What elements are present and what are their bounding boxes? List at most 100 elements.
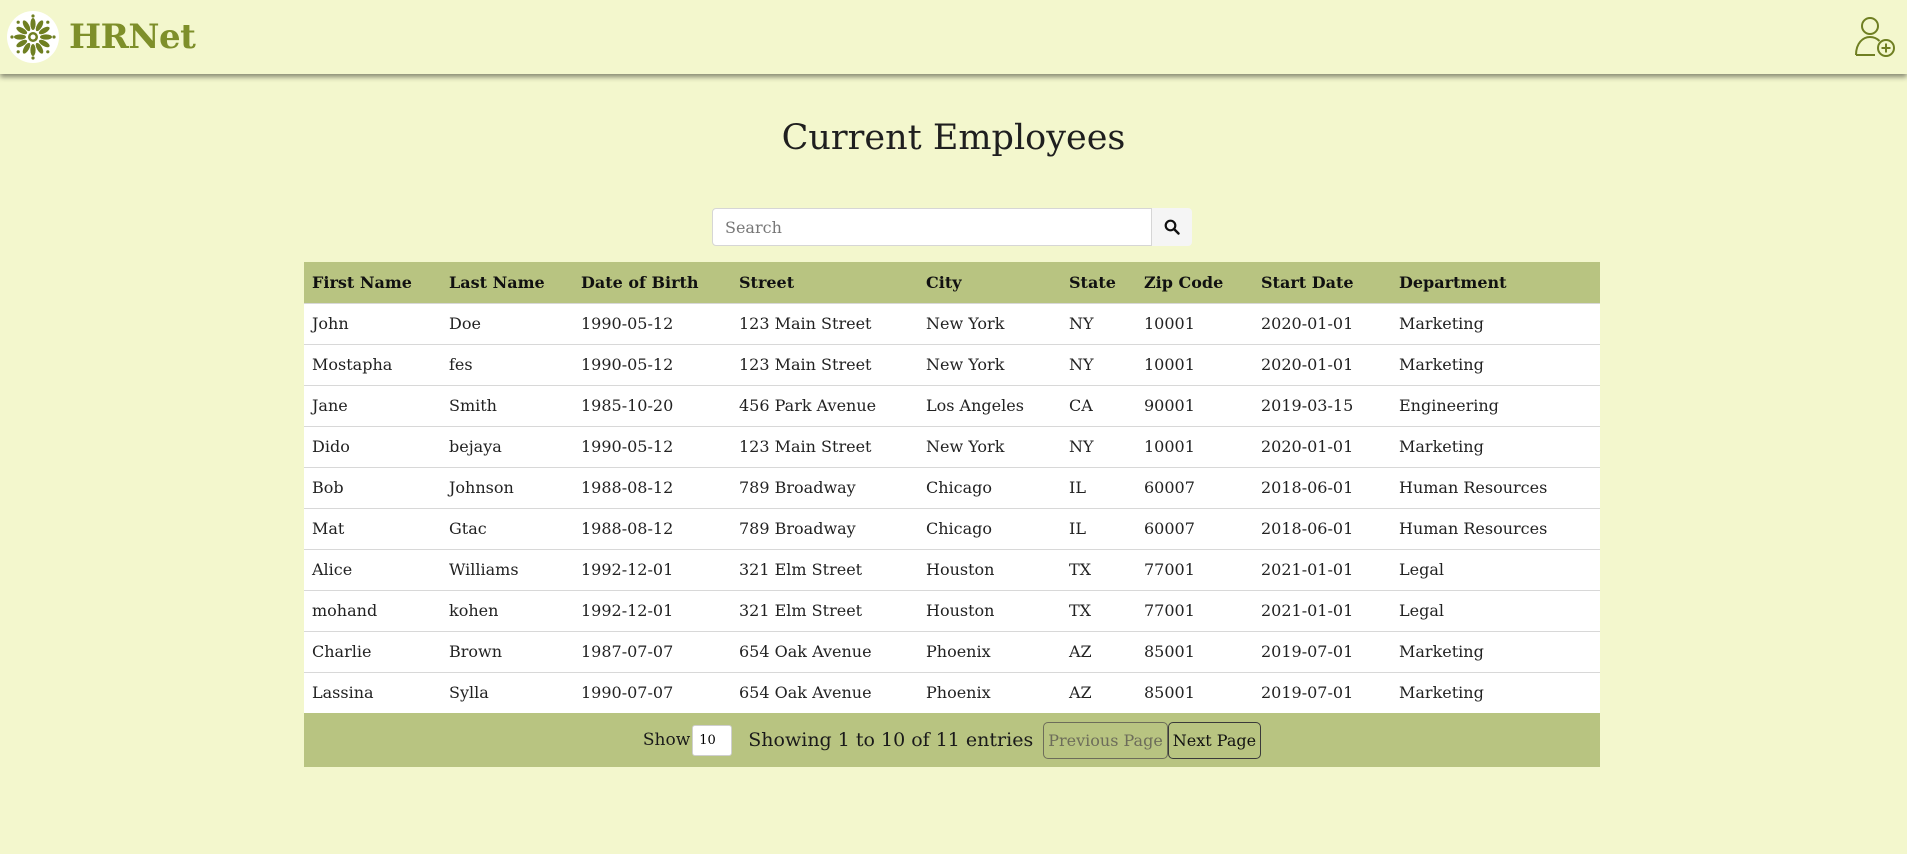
cell-department: Legal (1391, 589, 1600, 631)
cell-zip-code: 77001 (1136, 548, 1253, 590)
table-row[interactable]: Lassina Sylla 1990-07-07 654 Oak Avenue Phoe… (304, 671, 1600, 713)
cell-start-date: 2019-07-01 (1253, 671, 1391, 713)
flower-logo-icon (7, 11, 59, 63)
cell-city: New York (918, 302, 1061, 344)
brand-name: HRNet (69, 17, 196, 57)
table-row[interactable]: mohand kohen 1992-12-01 321 Elm Street Houst… (304, 589, 1600, 631)
table-row[interactable]: Mat Gtac 1988-08-12 789 Broadway Chicago IL 60… (304, 507, 1600, 549)
search-input[interactable] (712, 208, 1152, 246)
cell-street: 321 Elm Street (731, 589, 918, 631)
employees-table: First Name Last Name Date of Birth Stree… (304, 262, 1600, 713)
cell-zip-code: 10001 (1136, 425, 1253, 467)
column-header-street[interactable]: Street (731, 262, 918, 303)
cell-department: Marketing (1391, 671, 1600, 713)
cell-first-name: Lassina (304, 671, 441, 713)
cell-state: TX (1061, 589, 1136, 631)
table-row[interactable]: Mostapha fes 1990-05-12 123 Main Street New … (304, 343, 1600, 385)
cell-start-date: 2018-06-01 (1253, 507, 1391, 549)
cell-date-of-birth: 1988-08-12 (573, 507, 731, 549)
cell-start-date: 2021-01-01 (1253, 589, 1391, 631)
column-header-state[interactable]: State (1061, 262, 1136, 303)
cell-last-name: Sylla (441, 671, 573, 713)
cell-first-name: John (304, 302, 441, 344)
cell-first-name: Mat (304, 507, 441, 549)
cell-start-date: 2020-01-01 (1253, 343, 1391, 385)
cell-last-name: fes (441, 343, 573, 385)
cell-state: AZ (1061, 671, 1136, 713)
cell-date-of-birth: 1988-08-12 (573, 466, 731, 508)
column-header-start-date[interactable]: Start Date (1253, 262, 1391, 303)
cell-start-date: 2020-01-01 (1253, 302, 1391, 344)
cell-zip-code: 60007 (1136, 507, 1253, 549)
cell-first-name: Dido (304, 425, 441, 467)
employees-table-container: First Name Last Name Date of Birth Stree… (304, 262, 1600, 767)
cell-zip-code: 85001 (1136, 630, 1253, 672)
cell-street: 123 Main Street (731, 343, 918, 385)
table-row[interactable]: John Doe 1990-05-12 123 Main Street New York… (304, 302, 1600, 344)
cell-state: IL (1061, 466, 1136, 508)
previous-page-button[interactable]: Previous Page (1043, 721, 1168, 759)
page-title: Current Employees (781, 118, 1126, 158)
cell-state: AZ (1061, 630, 1136, 672)
cell-department: Legal (1391, 548, 1600, 590)
cell-date-of-birth: 1985-10-20 (573, 384, 731, 426)
cell-last-name: kohen (441, 589, 573, 631)
cell-state: NY (1061, 302, 1136, 344)
cell-street: 654 Oak Avenue (731, 671, 918, 713)
cell-street: 321 Elm Street (731, 548, 918, 590)
cell-zip-code: 10001 (1136, 343, 1253, 385)
cell-city: New York (918, 425, 1061, 467)
cell-city: Houston (918, 589, 1061, 631)
brand[interactable]: HRNet (7, 11, 196, 63)
column-header-zip-code[interactable]: Zip Code (1136, 262, 1253, 303)
cell-date-of-birth: 1992-12-01 (573, 589, 731, 631)
table-row[interactable]: Alice Williams 1992-12-01 321 Elm Street Hou… (304, 548, 1600, 590)
cell-zip-code: 85001 (1136, 671, 1253, 713)
entries-info: Showing 1 to 10 of 11 entries (748, 729, 1034, 751)
cell-state: IL (1061, 507, 1136, 549)
table-row[interactable]: Charlie Brown 1987-07-07 654 Oak Avenue Phoe… (304, 630, 1600, 672)
table-row[interactable]: Jane Smith 1985-10-20 456 Park Avenue Los An… (304, 384, 1600, 426)
cell-first-name: Charlie (304, 630, 441, 672)
column-header-last-name[interactable]: Last Name (441, 262, 573, 303)
cell-city: Phoenix (918, 630, 1061, 672)
search-button[interactable] (1152, 208, 1192, 246)
cell-city: Houston (918, 548, 1061, 590)
cell-zip-code: 60007 (1136, 466, 1253, 508)
cell-last-name: Gtac (441, 507, 573, 549)
table-row[interactable]: Bob Johnson 1988-08-12 789 Broadway Chicago I… (304, 466, 1600, 508)
cell-street: 456 Park Avenue (731, 384, 918, 426)
cell-zip-code: 10001 (1136, 302, 1253, 344)
add-user-icon[interactable] (1853, 15, 1897, 59)
cell-state: NY (1061, 343, 1136, 385)
cell-city: Chicago (918, 507, 1061, 549)
column-header-first-name[interactable]: First Name (304, 262, 441, 303)
table-row[interactable]: Dido bejaya 1990-05-12 123 Main Street New Y… (304, 425, 1600, 467)
cell-state: NY (1061, 425, 1136, 467)
cell-last-name: Brown (441, 630, 573, 672)
cell-city: Chicago (918, 466, 1061, 508)
cell-first-name: Bob (304, 466, 441, 508)
cell-city: Los Angeles (918, 384, 1061, 426)
cell-date-of-birth: 1987-07-07 (573, 630, 731, 672)
cell-start-date: 2019-03-15 (1253, 384, 1391, 426)
cell-start-date: 2021-01-01 (1253, 548, 1391, 590)
search-icon (1164, 219, 1180, 235)
table-header-row: First Name Last Name Date of Birth Stree… (304, 262, 1600, 303)
column-header-date-of-birth[interactable]: Date of Birth (573, 262, 731, 303)
cell-department: Marketing (1391, 343, 1600, 385)
cell-date-of-birth: 1990-05-12 (573, 425, 731, 467)
column-header-department[interactable]: Department (1391, 262, 1600, 303)
page-size-input[interactable] (692, 724, 733, 756)
next-page-button[interactable]: Next Page (1167, 721, 1262, 759)
cell-last-name: Doe (441, 302, 573, 344)
cell-street: 789 Broadway (731, 507, 918, 549)
cell-date-of-birth: 1990-07-07 (573, 671, 731, 713)
cell-date-of-birth: 1990-05-12 (573, 302, 731, 344)
cell-date-of-birth: 1992-12-01 (573, 548, 731, 590)
column-header-city[interactable]: City (918, 262, 1061, 303)
cell-department: Human Resources (1391, 466, 1600, 508)
pagination-bar: Show Showing 1 to 10 of 11 entries Previ… (304, 713, 1600, 767)
cell-first-name: Alice (304, 548, 441, 590)
cell-city: New York (918, 343, 1061, 385)
